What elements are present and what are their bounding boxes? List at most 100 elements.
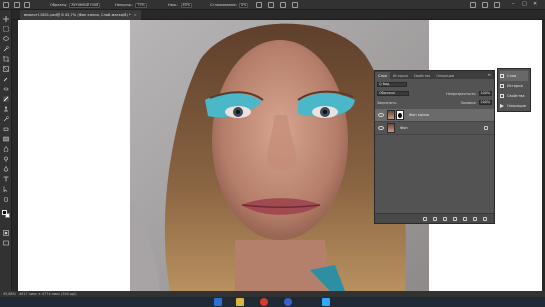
layer-style-icon[interactable] <box>433 217 437 221</box>
fill-input[interactable]: 100% <box>478 100 492 105</box>
pen-tool-icon[interactable] <box>3 166 9 172</box>
crop-tool-icon[interactable] <box>3 56 9 62</box>
tools-panel <box>0 10 12 297</box>
search-icon[interactable] <box>470 2 476 8</box>
app-icon[interactable] <box>284 298 292 306</box>
minimize-button[interactable]: – <box>512 2 515 7</box>
maximize-button[interactable]: □ <box>522 2 527 7</box>
clone-stamp-tool-icon[interactable] <box>3 106 9 112</box>
sample-option[interactable]: Образец: Активный слой <box>50 2 101 8</box>
pressure-icon[interactable] <box>280 2 286 8</box>
marquee-tool-icon[interactable] <box>3 26 9 32</box>
eyedropper-tool-icon[interactable] <box>3 76 9 82</box>
path-selection-tool-icon[interactable] <box>3 186 9 192</box>
blend-opacity-row: Обычные Непрозрачность: 100% <box>377 91 492 96</box>
sample-label: Образец: <box>50 3 68 7</box>
tab-properties[interactable]: Свойства <box>411 72 434 79</box>
panel-button-label: Свойства <box>507 94 525 98</box>
blur-tool-icon[interactable] <box>3 146 9 152</box>
panel-button-history[interactable]: История <box>500 81 528 91</box>
hand-tool-icon[interactable] <box>3 196 9 202</box>
clone-source-icon[interactable] <box>24 2 30 8</box>
airbrush-icon[interactable] <box>268 2 274 8</box>
options-bar: Образец: Активный слой Непрозр.: 75% Наж… <box>0 0 545 10</box>
symmetry-icon[interactable] <box>292 2 298 8</box>
fill-label: Заливка: <box>460 100 477 105</box>
trash-icon[interactable] <box>483 217 487 221</box>
move-tool-icon[interactable] <box>3 16 9 22</box>
brush-preset-icon[interactable] <box>3 2 9 8</box>
layer-filter-row: Q Вид <box>377 82 492 87</box>
panel-menu-icon[interactable]: ≡ <box>488 72 491 77</box>
layer-row-background-copy[interactable]: Фон копия <box>375 109 494 122</box>
document-tab[interactable]: вмолот11801.psd@ 8 45,7% (Фон копия, Сло… <box>20 10 141 20</box>
document-tab-bar: вмолот11801.psd@ 8 45,7% (Фон копия, Сло… <box>12 10 545 20</box>
layer-row-background[interactable]: Фон <box>375 122 494 135</box>
share-icon[interactable] <box>494 2 500 8</box>
lock-label: Закрепить: <box>377 100 398 105</box>
eraser-tool-icon[interactable] <box>3 126 9 132</box>
quick-mask-icon[interactable] <box>3 230 9 236</box>
screen-mode-icon[interactable] <box>3 240 9 246</box>
windows-start-icon[interactable] <box>214 298 222 306</box>
workspace-icon[interactable] <box>482 2 488 8</box>
mode-value[interactable]: 75% <box>135 2 147 8</box>
mode-label: Непрозр.: <box>115 3 134 7</box>
layer-filter-select[interactable]: Q Вид <box>377 82 407 87</box>
quick-select-tool-icon[interactable] <box>3 46 9 52</box>
os-taskbar <box>0 297 545 307</box>
healing-brush-tool-icon[interactable] <box>3 86 9 92</box>
add-mask-icon[interactable] <box>443 217 447 221</box>
brush-settings-icon[interactable] <box>14 2 20 8</box>
browser-icon[interactable] <box>260 298 268 306</box>
blend-mode-select[interactable]: Обычные <box>377 91 409 96</box>
close-tab-icon[interactable]: × <box>134 13 137 17</box>
panel-button-actions[interactable]: Операции <box>500 101 528 111</box>
sample-select[interactable]: Активный слой <box>69 2 101 8</box>
smoothing-option[interactable]: Сглаживание: 0% <box>210 2 249 8</box>
panel-button-label: Слои <box>507 74 517 78</box>
flow-value[interactable]: 40% <box>180 2 193 8</box>
new-layer-icon[interactable] <box>473 217 477 221</box>
file-explorer-icon[interactable] <box>236 298 244 306</box>
flow-option[interactable]: Наж.: 40% <box>168 2 193 8</box>
new-group-icon[interactable] <box>463 217 467 221</box>
opacity-input[interactable]: 100% <box>478 91 492 96</box>
foreground-color-swatch[interactable] <box>2 210 7 215</box>
actions-icon <box>500 104 504 108</box>
visibility-eye-icon[interactable] <box>378 113 384 117</box>
lasso-tool-icon[interactable] <box>3 36 9 42</box>
properties-icon <box>500 94 504 98</box>
layers-panel: Слои История Свойства Операции ≡ Q Вид О… <box>374 70 495 224</box>
lock-icon <box>484 126 488 130</box>
type-tool-icon[interactable] <box>3 176 9 182</box>
smoothing-value[interactable]: 0% <box>238 2 249 8</box>
gear-icon[interactable] <box>256 2 262 8</box>
layers-footer <box>375 213 494 223</box>
frame-tool-icon[interactable] <box>3 66 9 72</box>
panel-button-properties[interactable]: Свойства <box>500 91 528 101</box>
brush-tool-icon[interactable] <box>3 96 9 102</box>
panel-button-layers[interactable]: Слои <box>500 71 528 81</box>
tab-actions[interactable]: Операции <box>433 72 457 79</box>
layer-thumbnail <box>387 110 395 120</box>
mode-option[interactable]: Непрозр.: 75% <box>115 2 147 8</box>
opacity-label: Непрозрачность: <box>446 91 477 96</box>
close-window-button[interactable]: ✕ <box>533 2 537 7</box>
photoshop-icon[interactable] <box>322 298 330 306</box>
tab-layers[interactable]: Слои <box>375 72 390 79</box>
visibility-eye-icon[interactable] <box>378 126 384 130</box>
adjustment-layer-icon[interactable] <box>453 217 457 221</box>
zoom-level[interactable]: 45,68% <box>3 292 16 296</box>
layer-mask-thumbnail[interactable] <box>396 110 404 120</box>
history-brush-tool-icon[interactable] <box>3 116 9 122</box>
panel-button-label: История <box>507 84 523 88</box>
link-layers-icon[interactable] <box>423 217 427 221</box>
collapsed-panels: Слои История Свойства Операции <box>497 68 531 112</box>
dodge-tool-icon[interactable] <box>3 156 9 162</box>
smoothing-label: Сглаживание: <box>210 3 237 7</box>
gradient-tool-icon[interactable] <box>3 136 9 142</box>
layers-icon <box>500 74 504 78</box>
tab-history[interactable]: История <box>390 72 411 79</box>
layer-name: Фон копия <box>409 113 430 117</box>
